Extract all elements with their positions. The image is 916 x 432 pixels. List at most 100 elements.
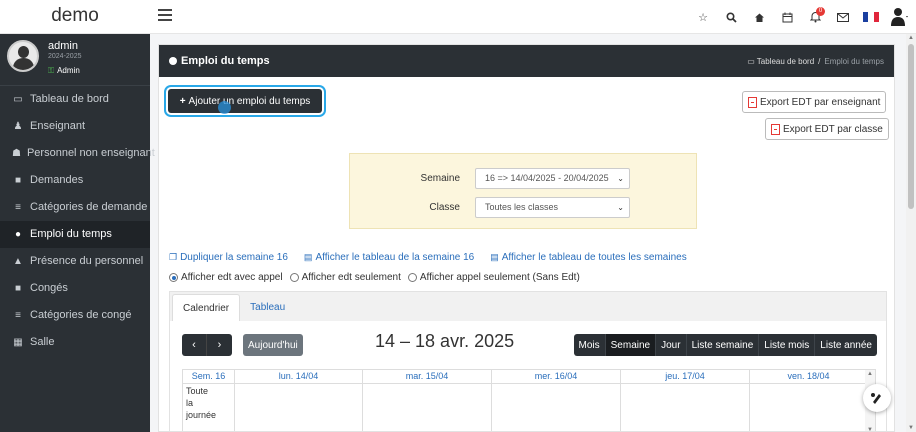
page-scrollbar[interactable]: ▲ ▼ <box>906 34 916 432</box>
staff-icon: ☗ <box>12 148 21 159</box>
next-button[interactable]: › <box>207 334 232 356</box>
breadcrumb-home[interactable]: Tableau de bord <box>757 57 814 66</box>
radio-edt-with-attendance[interactable]: Afficher edt avec appel <box>169 272 283 283</box>
tab-calendar[interactable]: Calendrier <box>172 294 241 322</box>
plus-icon: + <box>179 95 186 107</box>
class-select[interactable]: Toutes les classes ⌄ <box>475 197 630 218</box>
menu-toggle-icon[interactable] <box>158 9 172 21</box>
export-class-button[interactable]: Export EDT par classe <box>765 118 889 140</box>
view-week-button[interactable]: Semaine <box>605 334 657 356</box>
scroll-down-icon[interactable]: ▼ <box>867 427 873 431</box>
sidebar-item-tableau-de-bord[interactable]: ▭ Tableau de bord <box>0 86 150 113</box>
radio-edt-only[interactable]: Afficher edt seulement <box>289 272 401 283</box>
circle-icon <box>169 57 177 65</box>
allday-cell[interactable] <box>492 384 621 431</box>
view-month-button[interactable]: Mois <box>573 334 606 356</box>
tabs-container: Calendrier Tableau ‹ › Aujourd'hui 14 – … <box>169 291 887 431</box>
display-mode-radios: Afficher edt avec appel Afficher edt seu… <box>169 272 587 283</box>
sidebar-item-demandes[interactable]: ■ Demandes <box>0 167 150 194</box>
sidebar-item-enseignant[interactable]: ♟ Enseignant <box>0 113 150 140</box>
day-header: mar. 15/04 <box>363 370 492 383</box>
export-teacher-button[interactable]: Export EDT par enseignant <box>742 91 887 113</box>
calendar-grid: Sem. 16 lun. 14/04 mar. 15/04 mer. 16/04… <box>182 369 876 431</box>
allday-cell[interactable] <box>235 384 363 431</box>
view-list-month-button[interactable]: Liste mois <box>759 334 816 356</box>
scroll-up-icon[interactable]: ▲ <box>908 35 914 41</box>
show-week-table-link[interactable]: ▤ Afficher le tableau de la semaine 16 <box>304 252 474 263</box>
card-header: Emploi du temps ▭ Tableau de bord / Empl… <box>159 45 894 77</box>
day-header: ven. 18/04 <box>787 371 830 381</box>
view-list-year-button[interactable]: Liste année <box>815 334 877 356</box>
week-label: Semaine <box>420 173 460 184</box>
view-day-button[interactable]: Jour <box>656 334 687 356</box>
top-bar: demo ☆ 0 <box>0 0 916 34</box>
briefcase-icon: ■ <box>14 283 22 294</box>
bell-icon[interactable]: 0 <box>804 6 826 28</box>
sidebar-item-conges[interactable]: ■ Congés <box>0 275 150 302</box>
tab-table[interactable]: Tableau <box>240 294 295 322</box>
view-list-week-button[interactable]: Liste semaine <box>686 334 760 356</box>
calendar: ‹ › Aujourd'hui 14 – 18 avr. 2025 Mois S… <box>170 321 886 431</box>
key-icon: ⚿ <box>48 66 55 75</box>
breadcrumb-separator: / <box>818 56 821 66</box>
filter-panel: Semaine 16 => 14/04/2025 - 20/04/2025 ⌄ … <box>349 153 697 229</box>
prev-button[interactable]: ‹ <box>182 334 207 356</box>
user-name: admin <box>48 40 78 52</box>
monitor-icon: ▭ <box>13 94 23 105</box>
star-icon[interactable]: ☆ <box>692 6 714 28</box>
sidebar-item-personnel[interactable]: ☗ Personnel non enseignant <box>0 140 155 167</box>
scroll-up-icon[interactable]: ▲ <box>867 371 873 377</box>
list-icon: ≡ <box>15 310 21 321</box>
week-select[interactable]: 16 => 14/04/2025 - 20/04/2025 ⌄ <box>475 168 630 189</box>
main-card: Emploi du temps ▭ Tableau de bord / Empl… <box>158 44 895 432</box>
sidebar-menu: ▭ Tableau de bord ♟ Enseignant ☗ Personnel … <box>0 86 155 356</box>
breadcrumb: ▭ Tableau de bord / Emploi du temps <box>747 57 884 66</box>
week-number-header: Sem. 16 <box>183 370 235 383</box>
user-profile[interactable]: admin 2024-2025 ⚿ Admin <box>0 34 150 86</box>
mouse-cursor <box>218 101 231 114</box>
sidebar-item-emploi-du-temps[interactable]: ● Emploi du temps <box>0 221 150 248</box>
duplicate-week-link[interactable]: ❐ Dupliquer la semaine 16 <box>169 252 288 263</box>
teacher-icon: ♟ <box>13 121 23 132</box>
scrollbar-thumb[interactable] <box>908 44 914 209</box>
calendar-header-row: Sem. 16 lun. 14/04 mar. 15/04 mer. 16/04… <box>183 370 875 384</box>
show-all-weeks-link[interactable]: ▤ Afficher le tableau de toutes les semai… <box>490 252 686 263</box>
allday-cell[interactable] <box>363 384 492 431</box>
add-timetable-button[interactable]: + Ajouter un emploi du temps <box>168 89 322 113</box>
grid-icon: ▦ <box>13 337 23 348</box>
home-icon[interactable] <box>748 6 770 28</box>
circle-icon: ● <box>14 229 22 240</box>
calendar-nav: ‹ › <box>182 334 232 356</box>
briefcase-icon: ■ <box>14 175 22 186</box>
calendar-title: 14 – 18 avr. 2025 <box>375 331 515 351</box>
scroll-down-icon[interactable]: ▼ <box>908 425 914 431</box>
copy-icon: ❐ <box>169 252 178 262</box>
allday-row: Toute la journée <box>183 384 875 431</box>
table-icon: ▤ <box>490 252 499 262</box>
day-header: mer. 16/04 <box>492 370 621 383</box>
tab-bar: Calendrier Tableau <box>170 292 886 322</box>
radio-attendance-only[interactable]: Afficher appel seulement (Sans Edt) <box>407 272 580 283</box>
avatar <box>7 40 39 72</box>
today-button[interactable]: Aujourd'hui <box>243 334 303 356</box>
top-icons: ☆ 0 <box>686 0 910 34</box>
page-title: Emploi du temps <box>181 55 270 67</box>
sidebar-item-categories-demande[interactable]: ≡ Catégories de demande <box>0 194 150 221</box>
calendar-icon[interactable] <box>776 6 798 28</box>
view-switcher: Mois Semaine Jour Liste semaine Liste mo… <box>573 334 877 356</box>
sidebar-item-categories-conge[interactable]: ≡ Catégories de congé <box>0 302 150 329</box>
allday-cell[interactable] <box>750 384 867 431</box>
floating-action-icon[interactable] <box>863 384 891 412</box>
pdf-icon <box>748 96 757 108</box>
user-role: ⚿ Admin <box>48 66 80 75</box>
allday-cell[interactable] <box>621 384 750 431</box>
chevron-down-icon: ⌄ <box>614 169 624 188</box>
school-year: 2024-2025 <box>48 53 82 60</box>
flag-fr-icon[interactable] <box>860 6 882 28</box>
sidebar-item-salle[interactable]: ▦ Salle <box>0 329 150 356</box>
mail-icon[interactable] <box>832 6 854 28</box>
sidebar-item-presence[interactable]: ▲ Présence du personnel <box>0 248 150 275</box>
brand-logo[interactable]: demo <box>0 0 150 34</box>
search-icon[interactable] <box>720 6 742 28</box>
user-menu-icon[interactable] <box>888 6 910 28</box>
